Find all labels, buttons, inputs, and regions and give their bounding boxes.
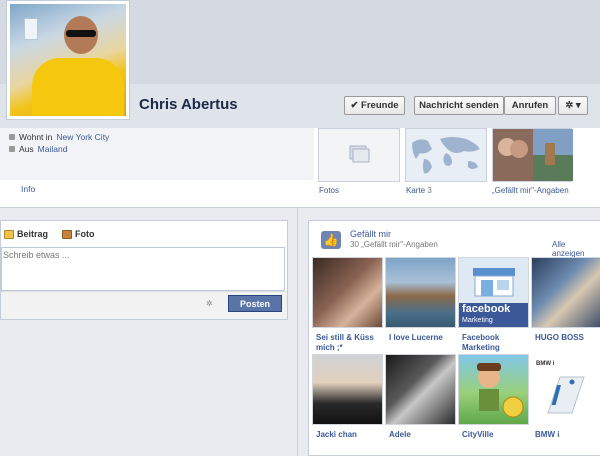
tab-photo-label: Foto — [75, 229, 95, 239]
like-caption-adele[interactable]: Adele — [389, 430, 455, 440]
info-link[interactable]: Info — [21, 184, 35, 194]
status-input-placeholder: Schreib etwas ... — [3, 250, 70, 260]
from-city-link[interactable]: Mailand — [38, 144, 68, 154]
like-tile-jacki-chan[interactable] — [312, 354, 383, 425]
likes-count: 30 „Gefällt mir"-Angaben — [350, 240, 438, 249]
from-row: Aus Mailand — [9, 144, 67, 154]
facebook-logo-banner: facebook Marketing — [459, 303, 528, 327]
facebook-logo-text: facebook — [462, 303, 511, 315]
likes-tile[interactable] — [492, 128, 573, 182]
photos-icon — [349, 145, 370, 163]
like-tile-adele[interactable] — [385, 354, 456, 425]
bmw-i-small-text: BMW i — [536, 361, 555, 367]
lives-in-city-link[interactable]: New York City — [56, 132, 109, 142]
like-caption-jacki-chan[interactable]: Jacki chan — [316, 430, 382, 440]
from-prefix: Aus — [19, 144, 34, 154]
storefront-icon — [473, 268, 515, 297]
photos-tile[interactable] — [318, 128, 400, 182]
photos-tile-label[interactable]: Fotos — [319, 186, 339, 195]
info-bar: Wohnt in New York City Aus Mailand Info … — [0, 128, 600, 208]
lives-in-row: Wohnt in New York City — [9, 132, 109, 142]
status-input[interactable]: Schreib etwas ... — [1, 247, 285, 291]
like-caption-sei-still[interactable]: Sei still & Küss mich ;* — [316, 333, 382, 353]
map-icon — [406, 129, 486, 181]
tab-post-label: Beitrag — [17, 229, 49, 239]
likes-collage-icon — [493, 129, 573, 181]
like-caption-facebook-marketing[interactable]: Facebook Marketing — [462, 333, 528, 353]
cityville-character-icon — [477, 363, 524, 418]
map-tile-label[interactable]: Karte 3 — [406, 186, 432, 195]
like-caption-bmw-i[interactable]: BMW i — [535, 430, 599, 440]
show-all-link[interactable]: Alle anzeigen — [552, 240, 600, 258]
like-tile-facebook-marketing[interactable]: facebook Marketing — [458, 257, 529, 328]
likes-box: 👍 Gefällt mir 30 „Gefällt mir"-Angaben A… — [308, 220, 600, 456]
thumbs-up-icon: 👍 — [321, 231, 341, 249]
post-button[interactable]: Posten — [228, 295, 282, 312]
composer-box: Beitrag Foto Schreib etwas ... ✲ Posten — [0, 220, 288, 320]
post-icon — [4, 229, 14, 239]
facebook-logo-subtext: Marketing — [462, 317, 493, 324]
timeline-divider — [297, 208, 298, 456]
like-tile-hugo-boss[interactable] — [531, 257, 600, 328]
like-tile-cityville[interactable] — [458, 354, 529, 425]
profile-photo — [10, 4, 126, 116]
profile-picture[interactable] — [6, 0, 130, 120]
tab-photo[interactable]: Foto — [62, 229, 95, 239]
like-caption-lucerne[interactable]: I love Lucerne — [389, 333, 457, 343]
likes-tile-label[interactable]: „Gefällt mir"-Angaben — [492, 186, 569, 195]
photo-icon — [62, 229, 72, 239]
like-caption-cityville[interactable]: CityVille — [462, 430, 528, 440]
tab-post[interactable]: Beitrag — [4, 229, 48, 239]
like-caption-hugo-boss[interactable]: HUGO BOSS — [535, 333, 599, 343]
lives-in-prefix: Wohnt in — [19, 132, 53, 142]
like-tile-bmw-i[interactable]: BMW i — [531, 354, 600, 425]
map-count: 3 — [427, 186, 432, 195]
call-button[interactable]: Anrufen — [504, 96, 556, 115]
map-tile[interactable] — [405, 128, 487, 182]
settings-dropdown-button[interactable]: ✲ ▾ — [558, 96, 588, 115]
likes-title[interactable]: Gefällt mir — [350, 229, 391, 239]
location-pin-icon — [9, 146, 15, 152]
like-tile-lucerne[interactable] — [385, 257, 456, 328]
home-icon — [9, 134, 15, 140]
privacy-gear-icon[interactable]: ✲ — [206, 299, 213, 308]
send-message-button[interactable]: Nachricht senden — [414, 96, 504, 115]
like-tile-sei-still[interactable] — [312, 257, 383, 328]
friends-button[interactable]: ✔ Freunde — [344, 96, 405, 115]
profile-name[interactable]: Chris Abertus — [139, 96, 238, 113]
